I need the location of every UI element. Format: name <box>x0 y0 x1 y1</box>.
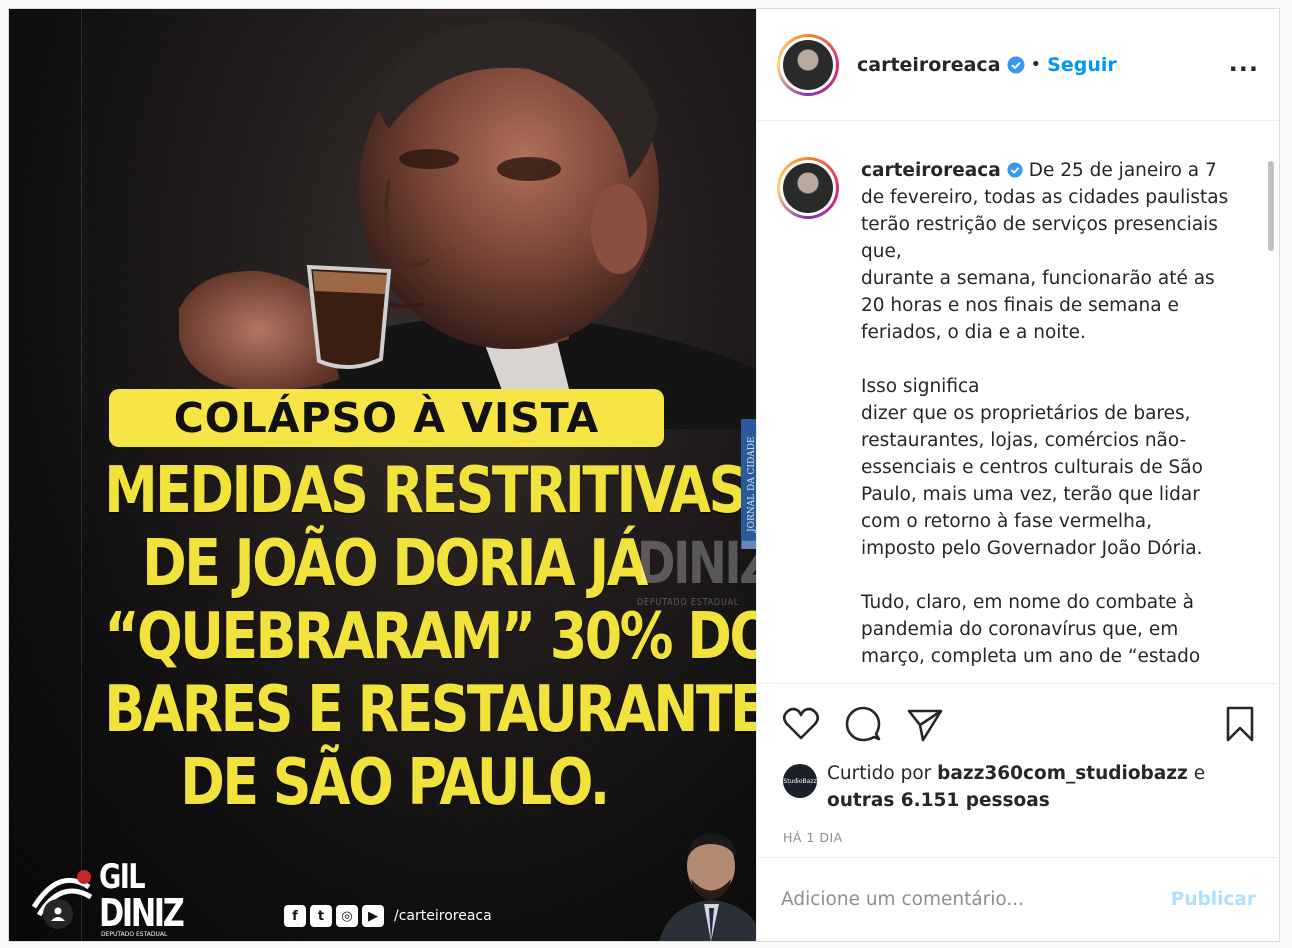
instagram-post: COLÁPSO À VISTA MEDIDAS RESTRITIVAS DE J… <box>8 8 1280 942</box>
share-send-icon[interactable] <box>905 704 945 744</box>
caption-paragraph-2: Isso significa dizer que os proprietário… <box>861 376 1203 559</box>
user-icon <box>51 907 65 921</box>
headline-line: MEDIDAS RESTRITIVAS <box>104 454 747 528</box>
caption-paragraph-3: Tudo, claro, em nome do combate à pandem… <box>861 592 1201 667</box>
watermark-text: DINIZ <box>637 529 756 597</box>
caption-body: De 25 de janeiro a 7 de fevereiro, todas… <box>861 160 1229 343</box>
caption: carteiroreaca De 25 de janeiro a 7 de fev… <box>757 121 1280 683</box>
headline-line: “QUEBRARAM” 30% DOS <box>104 600 756 674</box>
caption-scroll-area[interactable]: carteiroreaca De 25 de janeiro a 7 de fev… <box>757 121 1280 683</box>
avatar <box>783 39 833 90</box>
story-ring[interactable] <box>777 33 839 96</box>
post-header: carteiroreaca • Seguir ... <box>757 9 1279 121</box>
likes-text: Curtido por bazz360com_studiobazz e outr… <box>827 760 1205 814</box>
caption-avatar <box>783 163 833 213</box>
comment-icon[interactable] <box>843 704 883 744</box>
facebook-icon: f <box>284 905 306 927</box>
verified-badge-icon <box>1007 162 1023 178</box>
caption-username[interactable]: carteiroreaca <box>861 160 1001 181</box>
caption-paragraph-1: carteiroreaca De 25 de janeiro a 7 de fev… <box>861 157 1231 346</box>
liker-avatar[interactable]: StudioBazz <box>783 764 817 798</box>
verified-badge-icon <box>1007 56 1025 73</box>
man-drinking-coffee-illustration <box>179 20 756 429</box>
social-handle: /carteiroreaca <box>394 908 492 924</box>
like-heart-icon[interactable] <box>781 704 821 744</box>
likes-conjunction: e <box>1193 763 1206 784</box>
headline-line: BARES E RESTAURANTES <box>104 673 756 747</box>
comment-bar: Adicione um comentário... Publicar <box>757 857 1280 941</box>
follow-button[interactable]: Seguir <box>1047 54 1117 76</box>
header-username[interactable]: carteiroreaca <box>857 54 1001 76</box>
logo-subtitle: DEPUTADO ESTADUAL <box>101 931 168 938</box>
social-links: f t ◎ ▶ /carteiroreaca <box>284 905 492 927</box>
comment-input[interactable]: Adicione um comentário... <box>781 889 1171 910</box>
post-image[interactable]: COLÁPSO À VISTA MEDIDAS RESTRITIVAS DE J… <box>9 9 756 941</box>
bookmark-icon <box>1226 706 1254 742</box>
twitter-icon: t <box>310 905 332 927</box>
likes-prefix: Curtido por <box>827 763 932 784</box>
liker-username[interactable]: bazz360com_studiobazz <box>937 763 1188 784</box>
tagged-users-button[interactable] <box>43 899 73 929</box>
more-options-icon[interactable]: ... <box>1229 49 1259 77</box>
headline-banner: COLÁPSO À VISTA <box>109 389 664 447</box>
logo-text-bottom: DINIZ <box>99 891 185 935</box>
instagram-icon: ◎ <box>336 905 358 927</box>
publish-button[interactable]: Publicar <box>1171 889 1256 910</box>
caption-scrollbar[interactable] <box>1268 161 1274 251</box>
youtube-icon: ▶ <box>362 905 384 927</box>
watermark-subtitle: DEPUTADO ESTADUAL <box>637 597 740 608</box>
politician-portrait <box>659 834 756 941</box>
separator-dot: • <box>1030 54 1042 75</box>
likes-others-link[interactable]: outras 6.151 pessoas <box>827 790 1050 811</box>
likes-summary: StudioBazz Curtido por bazz360com_studio… <box>783 760 1205 814</box>
action-icons <box>781 704 945 744</box>
watermark: DINIZ DEPUTADO ESTADUAL <box>637 529 756 608</box>
headline-text: MEDIDAS RESTRITIVAS DE JOÃO DORIA JÁ “QU… <box>104 454 756 820</box>
headline-line: DE JOÃO DORIA JÁ <box>142 527 648 601</box>
save-button[interactable] <box>1220 704 1260 748</box>
post-timestamp[interactable]: HÁ 1 DIA <box>783 830 843 845</box>
post-details-panel: carteiroreaca • Seguir ... carteiroreaca… <box>756 9 1280 941</box>
caption-text: carteiroreaca De 25 de janeiro a 7 de fev… <box>861 157 1231 683</box>
headline-line: DE SÃO PAULO. <box>180 746 610 820</box>
caption-story-ring[interactable] <box>777 157 839 219</box>
